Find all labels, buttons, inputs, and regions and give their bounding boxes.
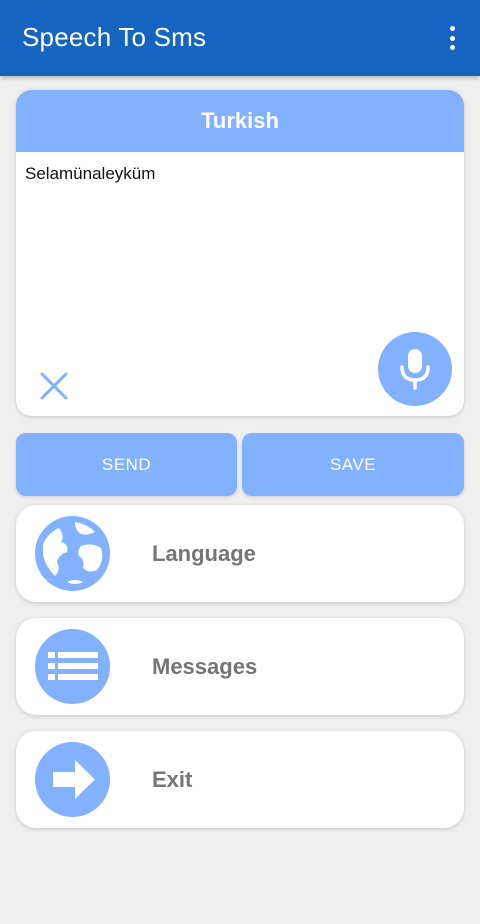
save-button[interactable]: SAVE (242, 433, 464, 496)
microphone-button[interactable] (378, 332, 452, 406)
send-button[interactable]: SEND (16, 433, 237, 496)
app-title: Speech To Sms (22, 22, 207, 52)
microphone-icon (400, 349, 430, 390)
menu-item-messages[interactable]: Messages (16, 618, 464, 715)
globe-icon (35, 516, 110, 591)
arrow-right-icon (35, 742, 110, 817)
speech-text[interactable]: Selamünaleyküm (25, 164, 155, 184)
app-bar: Speech To Sms (0, 0, 480, 76)
menu-label-language: Language (152, 541, 256, 566)
close-icon[interactable] (38, 370, 70, 402)
menu-label-exit: Exit (152, 767, 193, 792)
menu-item-exit[interactable]: Exit (16, 731, 464, 828)
language-header[interactable]: Turkish (16, 90, 464, 152)
more-vert-icon[interactable] (440, 24, 464, 52)
list-icon (35, 629, 110, 704)
language-label: Turkish (201, 108, 279, 133)
menu-label-messages: Messages (152, 654, 258, 679)
menu-item-language[interactable]: Language (16, 505, 464, 602)
speech-card: Turkish Selamünaleyküm (16, 90, 464, 416)
